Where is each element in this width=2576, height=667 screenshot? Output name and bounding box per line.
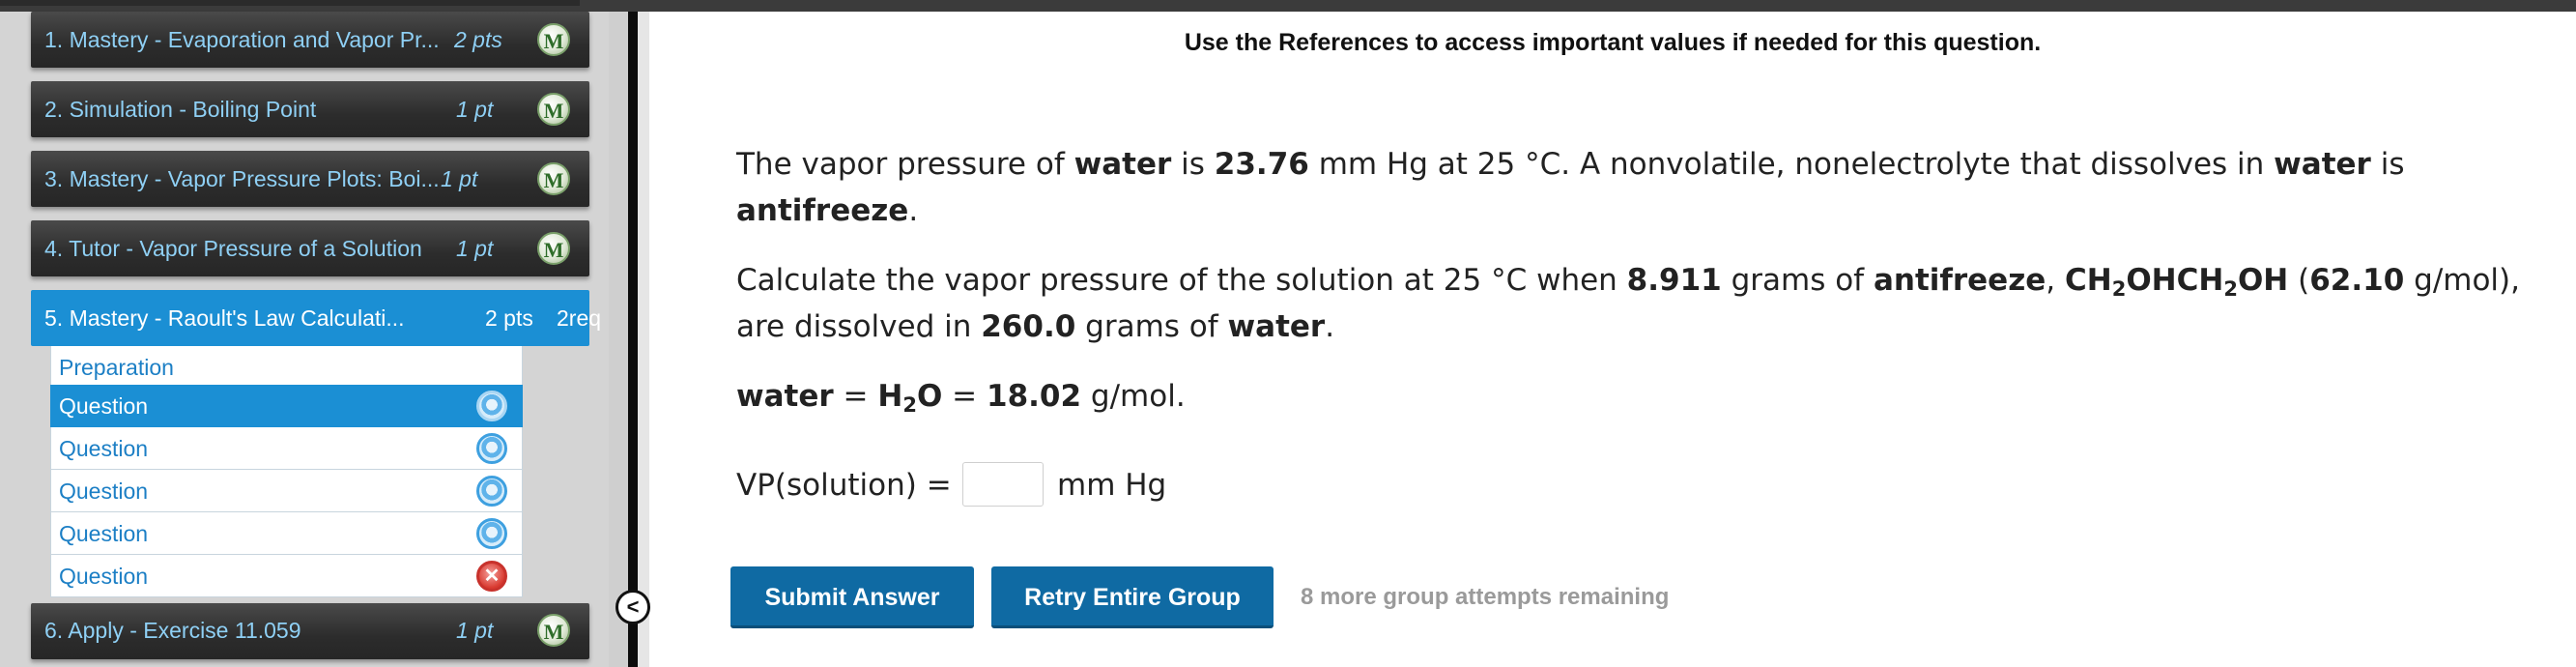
question-paragraph-1: The vapor pressure of water is 23.76 mm … bbox=[736, 141, 2404, 234]
in-progress-icon bbox=[476, 518, 507, 549]
text: is bbox=[1171, 147, 1215, 182]
vp-solution-input[interactable] bbox=[962, 462, 1044, 507]
nav-item-points: 2 pts bbox=[485, 305, 533, 331]
formula-part: CH bbox=[2065, 263, 2112, 298]
nav-item-6[interactable]: 6. Apply - Exercise 11.059 1 pt M bbox=[31, 603, 589, 659]
solute-molar-mass: 62.10 bbox=[2309, 263, 2405, 298]
in-progress-icon bbox=[476, 391, 507, 421]
nav-item-points: 1 pt bbox=[456, 97, 494, 122]
text: ( bbox=[2288, 263, 2310, 298]
subitem-question-4[interactable]: Question bbox=[50, 512, 523, 555]
retry-group-button[interactable]: Retry Entire Group bbox=[991, 566, 1274, 628]
text: = bbox=[942, 379, 987, 414]
nav-item-label: 4. Tutor - Vapor Pressure of a Solution bbox=[44, 236, 422, 261]
solvent-formula: H2O bbox=[877, 379, 943, 417]
text: g/mol. bbox=[1081, 379, 1186, 414]
solvent-name: water bbox=[736, 379, 834, 414]
nav-item-5[interactable]: 5. Mastery - Raoult's Law Calculati... 2… bbox=[31, 290, 601, 346]
nav-item-requirement: 2req bbox=[557, 305, 602, 331]
mastery-badge-icon: M bbox=[537, 232, 570, 265]
text: The vapor pressure of bbox=[736, 147, 1074, 182]
text: grams of bbox=[1075, 309, 1228, 344]
mastery-badge-icon: M bbox=[537, 614, 570, 647]
solvent-mass: 260.0 bbox=[981, 309, 1076, 344]
answer-label: VP(solution) = bbox=[736, 468, 952, 503]
text: is bbox=[2370, 147, 2405, 182]
question-content: Use the References to access important v… bbox=[649, 12, 2576, 667]
nav-item-points: 1 pt bbox=[441, 166, 478, 191]
nav-item-3[interactable]: 3. Mastery - Vapor Pressure Plots: Boi..… bbox=[31, 151, 589, 207]
subitem-preparation[interactable]: Preparation bbox=[50, 346, 523, 389]
text: = bbox=[833, 379, 878, 414]
nav-item-label: 6. Apply - Exercise 11.059 bbox=[44, 618, 301, 643]
text: , bbox=[2046, 263, 2065, 298]
text: . bbox=[1325, 309, 1335, 344]
nav-item-label: 3. Mastery - Vapor Pressure Plots: Boi..… bbox=[44, 166, 440, 191]
answer-unit: mm Hg bbox=[1057, 468, 1167, 503]
subitem-question-3[interactable]: Question bbox=[50, 470, 523, 512]
subitem-label: Question bbox=[59, 521, 149, 546]
top-bar-title-strip bbox=[0, 0, 580, 6]
subitem-label: Question bbox=[59, 436, 149, 461]
text: grams of bbox=[1721, 263, 1874, 298]
subitem-label: Question bbox=[59, 393, 149, 419]
text: Calculate the vapor pressure of the solu… bbox=[736, 263, 1627, 298]
solute-formula: CH2OHCH2OH bbox=[2065, 263, 2289, 301]
nav-item-points: 1 pt bbox=[456, 236, 494, 261]
solute-name: antifreeze bbox=[1873, 263, 2046, 298]
subitem-question-2[interactable]: Question bbox=[50, 427, 523, 470]
solvent-molar-mass: 18.02 bbox=[987, 379, 1082, 414]
subitem-question-5[interactable]: Question ✕ bbox=[50, 555, 523, 597]
solute-mass: 8.911 bbox=[1626, 263, 1722, 298]
formula-subscript: 2 bbox=[902, 393, 917, 417]
formula-subscript: 2 bbox=[2111, 277, 2127, 301]
formula-subscript: 2 bbox=[2223, 277, 2238, 301]
panel-gutter bbox=[609, 12, 628, 667]
nav-item-1[interactable]: 1. Mastery - Evaporation and Vapor Pr...… bbox=[31, 12, 589, 68]
vapor-pressure-value: 23.76 bbox=[1214, 147, 1309, 182]
formula-part: OHCH bbox=[2126, 263, 2224, 298]
molar-mass-line: water = H2O = 18.02 g/mol. bbox=[736, 373, 1186, 420]
subitem-label: Preparation bbox=[59, 355, 174, 380]
nav-item-2[interactable]: 2. Simulation - Boiling Point 1 pt M bbox=[31, 81, 589, 137]
solvent-name: water bbox=[1227, 309, 1326, 344]
formula-part: O bbox=[916, 379, 943, 414]
collapse-panel-button[interactable]: < bbox=[615, 590, 650, 624]
nav-item-label: 1. Mastery - Evaporation and Vapor Pr... bbox=[44, 27, 440, 52]
panel-divider bbox=[628, 12, 638, 667]
mastery-badge-icon: M bbox=[537, 93, 570, 126]
solvent-name: water bbox=[1073, 147, 1172, 182]
formula-part: OH bbox=[2237, 263, 2289, 298]
nav-item-4[interactable]: 4. Tutor - Vapor Pressure of a Solution … bbox=[31, 220, 589, 276]
submit-answer-button[interactable]: Submit Answer bbox=[730, 566, 974, 628]
solute-name: antifreeze bbox=[736, 193, 909, 228]
reference-note: Use the References to access important v… bbox=[1184, 29, 2042, 56]
content-edge bbox=[638, 12, 649, 667]
text: . bbox=[908, 193, 919, 228]
nav-item-points: 1 pt bbox=[456, 618, 494, 643]
solvent-name: water bbox=[2274, 147, 2371, 182]
subitem-label: Question bbox=[59, 564, 149, 589]
nav-item-points: 2 pts bbox=[454, 27, 502, 52]
top-bar bbox=[0, 0, 2576, 12]
text: g/mol), bbox=[2404, 263, 2520, 298]
text: mm Hg at 25 °C. A nonvolatile, nonelectr… bbox=[1308, 147, 2275, 182]
nav-item-label: 2. Simulation - Boiling Point bbox=[44, 97, 317, 122]
in-progress-icon bbox=[476, 433, 507, 464]
subitem-question-1[interactable]: Question bbox=[50, 385, 523, 427]
attempts-remaining: 8 more group attempts remaining bbox=[1301, 584, 1670, 610]
formula-part: H bbox=[877, 379, 903, 414]
mastery-badge-icon: M bbox=[537, 162, 570, 195]
question-paragraph-2: Calculate the vapor pressure of the solu… bbox=[736, 257, 2520, 350]
incorrect-icon: ✕ bbox=[476, 561, 507, 592]
mastery-badge-icon: M bbox=[537, 23, 570, 56]
nav-item-label: 5. Mastery - Raoult's Law Calculati... bbox=[44, 305, 405, 331]
in-progress-icon bbox=[476, 476, 507, 507]
subitem-label: Question bbox=[59, 478, 149, 504]
text: are dissolved in bbox=[736, 309, 982, 344]
